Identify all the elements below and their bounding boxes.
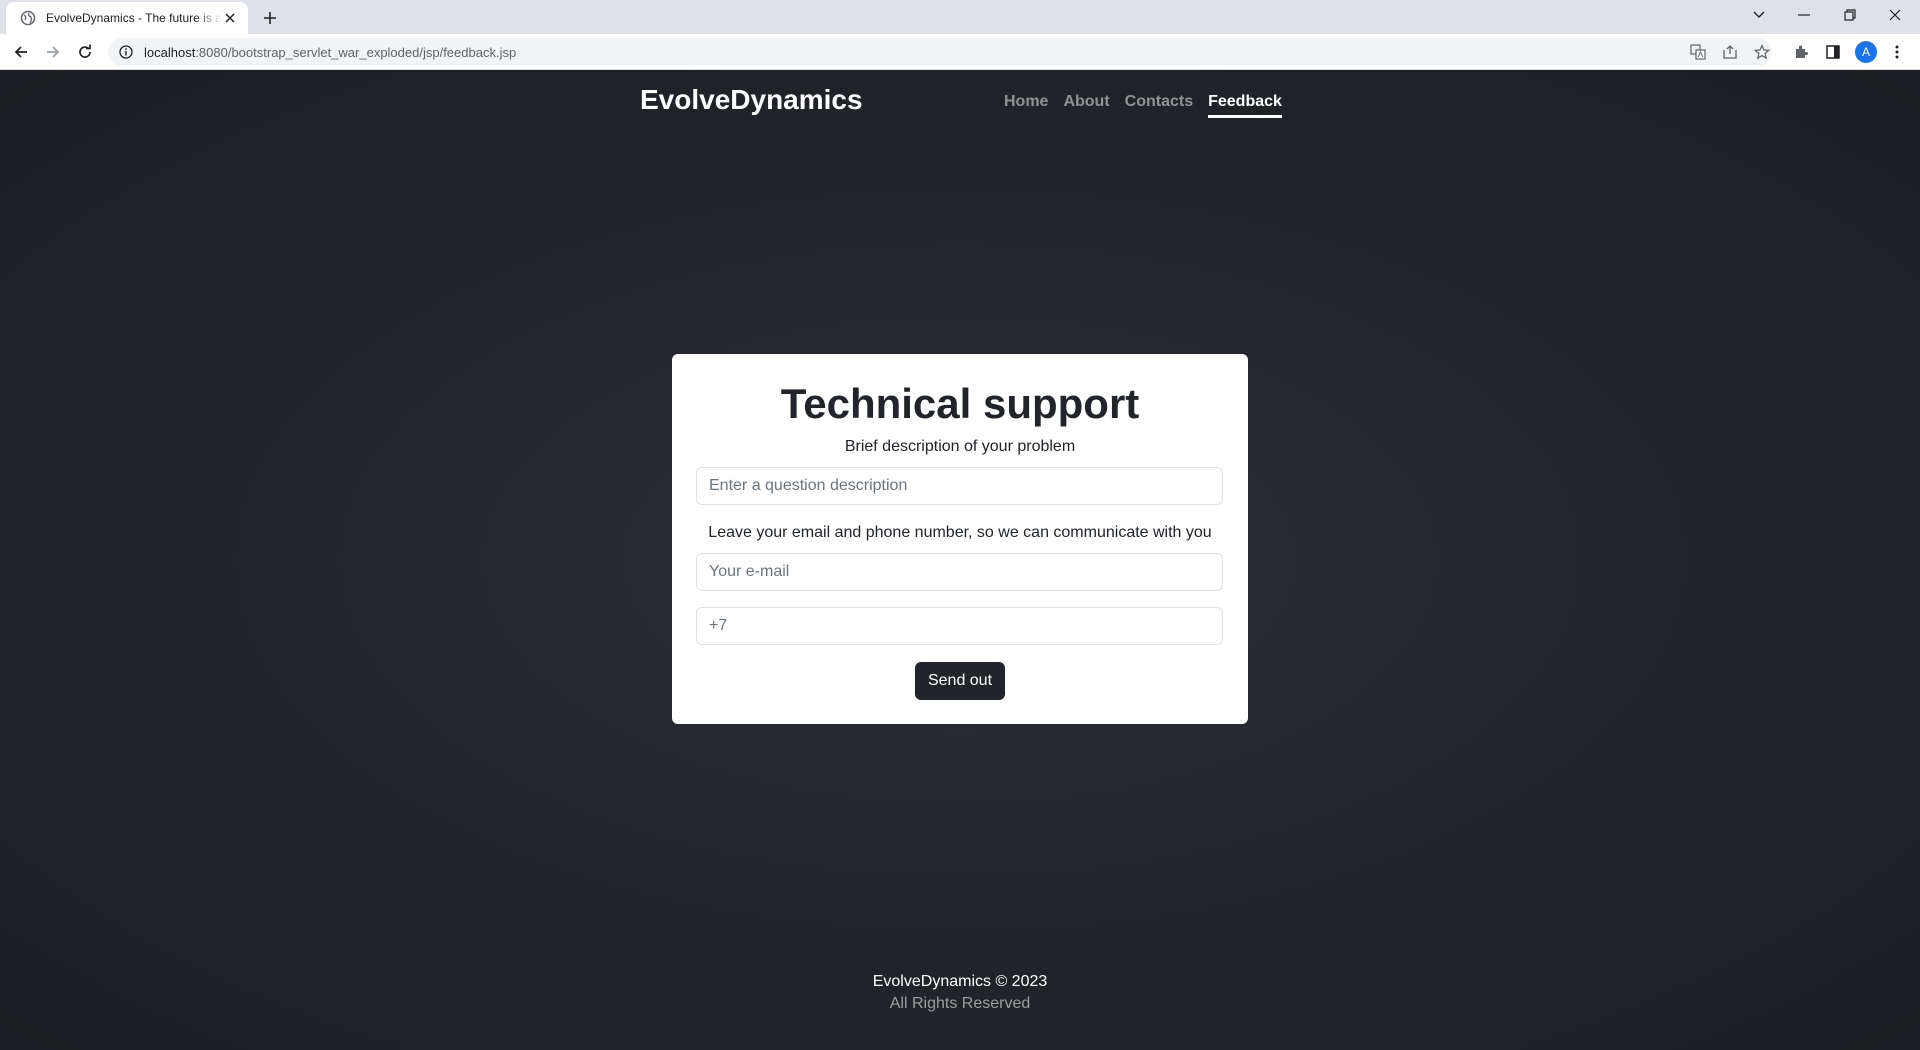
problem-label: Brief description of your problem [844,438,1076,455]
form-title: Technical support [780,380,1140,427]
main-nav: Home About Contacts Feedback [1004,93,1282,118]
chevron-down-icon[interactable] [1737,0,1781,30]
window-close-icon[interactable] [1873,0,1917,30]
browser-toolbar: localhost:8080/bootstrap_servlet_war_exp… [0,34,1920,70]
more-vert-icon[interactable] [1887,42,1907,62]
address-bar[interactable]: localhost:8080/bootstrap_servlet_war_exp… [108,38,1772,66]
browser-tab-strip: EvolveDynamics - The future is already h… [0,0,1920,34]
reload-icon[interactable] [73,40,97,64]
nav-feedback[interactable]: Feedback [1208,93,1282,118]
footer: EvolveDynamics © 2023 All Rights Reserve… [0,973,1920,1013]
close-icon[interactable] [222,10,238,26]
page-body: EvolveDynamics Home About Contacts Feedb… [0,70,1920,1050]
nav-contacts[interactable]: Contacts [1125,93,1193,118]
browser-tab[interactable]: EvolveDynamics - The future is already h… [6,2,248,34]
plus-icon[interactable] [260,8,280,28]
phone-input[interactable] [696,607,1223,645]
support-form-card: Technical support Brief description of y… [672,354,1248,724]
minimize-icon[interactable] [1782,0,1826,30]
forward-icon[interactable] [41,40,65,64]
send-out-button[interactable]: Send out [915,662,1005,700]
side-panel-icon[interactable] [1823,42,1843,62]
contact-label: Leave your email and phone number, so we… [708,524,1212,541]
nav-home[interactable]: Home [1004,93,1048,118]
extensions-icon[interactable] [1791,42,1811,62]
translate-icon[interactable] [1688,42,1708,62]
question-description-input[interactable] [696,467,1223,505]
email-input[interactable] [696,553,1223,591]
site-brand[interactable]: EvolveDynamics [640,84,863,116]
footer-copyright: EvolveDynamics © 2023 [872,973,1048,990]
share-icon[interactable] [1720,42,1740,62]
restore-icon[interactable] [1828,0,1872,30]
info-icon[interactable] [118,44,134,60]
star-icon[interactable] [1752,42,1772,62]
url-text: localhost:8080/bootstrap_servlet_war_exp… [144,44,517,60]
nav-about[interactable]: About [1063,93,1109,118]
profile-avatar[interactable]: A [1855,41,1877,63]
back-icon[interactable] [9,40,33,64]
tab-title: EvolveDynamics - The future is already h… [46,11,222,25]
footer-rights: All Rights Reserved [889,995,1031,1012]
globe-icon [20,10,36,26]
